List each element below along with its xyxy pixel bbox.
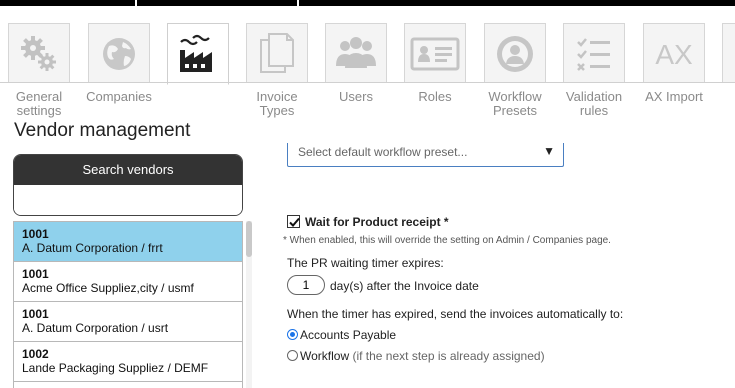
wait-note: * When enabled, this will override the s… <box>283 235 611 246</box>
users-icon <box>336 36 376 68</box>
vendor-list-scrollbar[interactable] <box>246 221 252 388</box>
nav-tile-invoice-types[interactable] <box>246 23 308 83</box>
scrollbar-thumb[interactable] <box>246 221 252 257</box>
ax-icon: AX <box>655 39 693 70</box>
send-to-label: When the timer has expired, send the inv… <box>287 307 624 321</box>
workflow-preset-select[interactable]: Select default workflow preset... ▼ <box>287 143 564 167</box>
nav-divider <box>0 82 735 83</box>
preset-select-value: Select default workflow preset... <box>298 145 468 159</box>
vendor-list: 1001 A. Datum Corporation / frrt 1001 Ac… <box>13 221 243 388</box>
top-bar-notch <box>297 0 299 6</box>
nav-tile-overflow[interactable] <box>722 23 735 83</box>
nav-label-general-settings[interactable]: General settings <box>8 90 70 118</box>
wait-product-receipt-label[interactable]: Wait for Product receipt * <box>305 215 449 229</box>
vendor-row[interactable]: 1001 A. Datum Corporation / usrt <box>14 302 242 342</box>
documents-icon <box>260 32 294 73</box>
vendor-row[interactable]: 1001 A. Datum Corporation / frrt <box>14 222 242 262</box>
radio-label-text: Accounts Payable <box>300 328 397 342</box>
radio-hint: (if the next step is already assigned) <box>349 349 545 363</box>
page-title: Vendor management <box>14 120 191 141</box>
nav-tile-roles[interactable] <box>404 23 466 83</box>
vendor-search: Search vendors <box>13 154 243 216</box>
vendor-name: Acme Office Suppliez,city / usmf <box>22 281 194 295</box>
top-bar-notch <box>135 0 137 6</box>
radio-label-accounts-payable[interactable]: Accounts Payable <box>300 328 396 342</box>
nav-label-workflow-presets[interactable]: Workflow Presets <box>484 90 546 118</box>
ax-icon-text: AX <box>655 39 693 70</box>
nav-tile-users[interactable] <box>325 23 387 83</box>
nav-label-validation-rules[interactable]: Validation rules <box>560 90 628 118</box>
nav-label-ax-import[interactable]: AX Import <box>640 90 708 104</box>
radio-workflow[interactable] <box>287 350 298 361</box>
wait-product-receipt-checkbox[interactable] <box>287 215 300 228</box>
nav-tile-workflow-presets[interactable] <box>484 23 546 83</box>
factory-icon <box>180 34 212 72</box>
vendor-id: 1002 <box>22 347 49 361</box>
vendor-name: A. Datum Corporation / frrt <box>22 241 163 255</box>
id-card-icon <box>410 37 460 70</box>
timer-label: The PR waiting timer expires: <box>287 256 444 270</box>
vendor-id: 1001 <box>22 267 49 281</box>
vendor-id: 1001 <box>22 227 49 241</box>
user-gear-icon <box>497 35 533 72</box>
nav-tile-general-settings[interactable] <box>8 23 70 83</box>
nav-tile-ax-import[interactable]: AX <box>643 23 705 83</box>
nav-label-companies[interactable]: Companies <box>80 90 158 104</box>
radio-accounts-payable[interactable] <box>287 329 298 340</box>
vendor-row[interactable]: 1001 Acme Office Suppliez,city / usmf <box>14 262 242 302</box>
gears-icon <box>21 35 56 71</box>
nav-label-invoice-types[interactable]: Invoice Types <box>246 90 308 118</box>
nav-tile-companies[interactable] <box>88 23 150 83</box>
vendor-name: A. Datum Corporation / usrt <box>22 321 169 335</box>
vendor-row[interactable]: 1002 Lande Packaging Suppliez / DEMF <box>14 342 242 382</box>
check-icon <box>289 217 300 227</box>
nav-label-roles[interactable]: Roles <box>404 90 466 104</box>
checklist-icon <box>577 37 610 71</box>
radio-label-workflow[interactable]: Workflow (if the next step is already as… <box>300 349 545 363</box>
top-bar <box>0 0 735 6</box>
search-input[interactable] <box>14 185 242 215</box>
radio-label-text: Workflow <box>300 349 350 363</box>
nav-label-users[interactable]: Users <box>325 90 387 104</box>
search-header: Search vendors <box>14 155 242 185</box>
globe-icon <box>103 37 135 70</box>
chevron-down-icon: ▼ <box>543 144 555 158</box>
nav-tile-vendors[interactable] <box>167 23 229 85</box>
nav-tile-validation-rules[interactable] <box>563 23 625 83</box>
vendor-name: Lande Packaging Suppliez / DEMF <box>22 361 209 375</box>
days-input[interactable] <box>287 275 325 295</box>
days-suffix: day(s) after the Invoice date <box>330 279 479 293</box>
vendor-id: 1001 <box>22 307 49 321</box>
